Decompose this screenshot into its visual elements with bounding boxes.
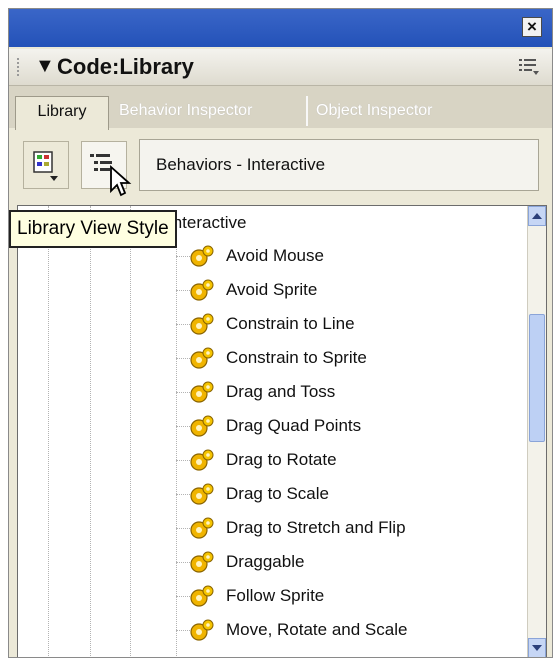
behavior-list-item[interactable]: Drag Quad Points xyxy=(18,410,528,444)
behavior-list-item[interactable]: Drag and Toss xyxy=(18,376,528,410)
behavior-item-label: Move, Rotate and Scale xyxy=(226,620,408,639)
behavior-item-label: Drag to Stretch and Flip xyxy=(226,518,406,537)
drag-grip-icon[interactable] xyxy=(17,58,25,76)
library-toolbar: Behaviors - Interactive xyxy=(9,129,552,205)
tab-library[interactable]: Library xyxy=(15,96,109,130)
panel-options-icon[interactable] xyxy=(518,57,540,77)
behavior-item-label: Constrain to Line xyxy=(226,314,355,333)
collapse-arrow-icon[interactable]: ▼ xyxy=(35,55,55,78)
arrow-down-icon xyxy=(532,645,542,651)
behavior-list-item[interactable]: Follow Sprite xyxy=(18,580,528,614)
behavior-list-item[interactable]: Constrain to Sprite xyxy=(18,342,528,376)
behavior-gear-icon xyxy=(188,380,216,406)
behavior-list-item[interactable]: Drag to Scale xyxy=(18,478,528,512)
scroll-thumb[interactable] xyxy=(529,314,545,442)
behavior-gear-icon xyxy=(188,550,216,576)
library-selector-dropdown[interactable]: Behaviors - Interactive xyxy=(139,139,539,191)
behavior-gear-icon xyxy=(188,244,216,270)
behavior-gear-icon xyxy=(188,482,216,508)
behavior-gear-icon xyxy=(188,312,216,338)
behavior-gear-icon xyxy=(188,278,216,304)
behavior-tree-list[interactable]: Interactive Avoid Mouse Avoid Sprite Const… xyxy=(17,205,547,657)
code-library-panel: × ▼ Code:Library Library Behavior Inspec… xyxy=(8,8,553,658)
behavior-list-item[interactable]: Drag to Rotate xyxy=(18,444,528,478)
close-button[interactable]: × xyxy=(522,17,542,37)
behavior-item-label: Drag to Scale xyxy=(226,484,329,503)
behavior-list-item[interactable]: Avoid Sprite xyxy=(18,274,528,308)
view-style-tooltip: Library View Style xyxy=(9,210,177,248)
behavior-gear-icon xyxy=(188,618,216,644)
vertical-scrollbar[interactable] xyxy=(527,206,546,657)
behavior-list-item[interactable]: Move, Rotate and Scale xyxy=(18,614,528,648)
behavior-gear-icon xyxy=(188,448,216,474)
behavior-list-item[interactable]: Draggable xyxy=(18,546,528,580)
library-list-icon xyxy=(33,151,58,181)
library-selector-value: Behaviors - Interactive xyxy=(156,155,326,174)
tab-bar: Library Behavior Inspector Object Inspec… xyxy=(9,86,552,130)
behavior-gear-icon xyxy=(188,346,216,372)
behavior-gear-icon xyxy=(188,414,216,440)
behavior-gear-icon xyxy=(188,584,216,610)
behavior-list-item[interactable]: Constrain to Line xyxy=(18,308,528,342)
behavior-item-label: Follow Sprite xyxy=(226,586,325,605)
behavior-item-label: Avoid Sprite xyxy=(226,280,318,299)
scroll-down-button[interactable] xyxy=(528,638,546,657)
behavior-item-label: Drag Quad Points xyxy=(226,416,362,435)
behavior-item-label: Avoid Mouse xyxy=(226,246,324,265)
panel-header[interactable]: ▼ Code:Library xyxy=(9,49,552,86)
behavior-item-label: Drag to Rotate xyxy=(226,450,337,469)
tab-object-inspector[interactable]: Object Inspector xyxy=(306,96,433,126)
tab-behavior-inspector[interactable]: Behavior Inspector xyxy=(119,96,252,126)
behavior-item-label: Draggable xyxy=(226,552,305,571)
behavior-item-label: Drag and Toss xyxy=(226,382,336,401)
behavior-item-label: Constrain to Sprite xyxy=(226,348,367,367)
behavior-gear-icon xyxy=(188,516,216,542)
mouse-cursor-icon xyxy=(110,165,132,197)
window-titlebar[interactable]: × xyxy=(9,9,552,47)
library-list-button[interactable] xyxy=(23,141,69,189)
scroll-up-button[interactable] xyxy=(528,206,546,226)
panel-title: Code:Library xyxy=(57,54,194,79)
behavior-list-item[interactable]: Drag to Stretch and Flip xyxy=(18,512,528,546)
arrow-up-icon xyxy=(532,213,542,219)
tree-category-label: Interactive xyxy=(168,213,247,232)
